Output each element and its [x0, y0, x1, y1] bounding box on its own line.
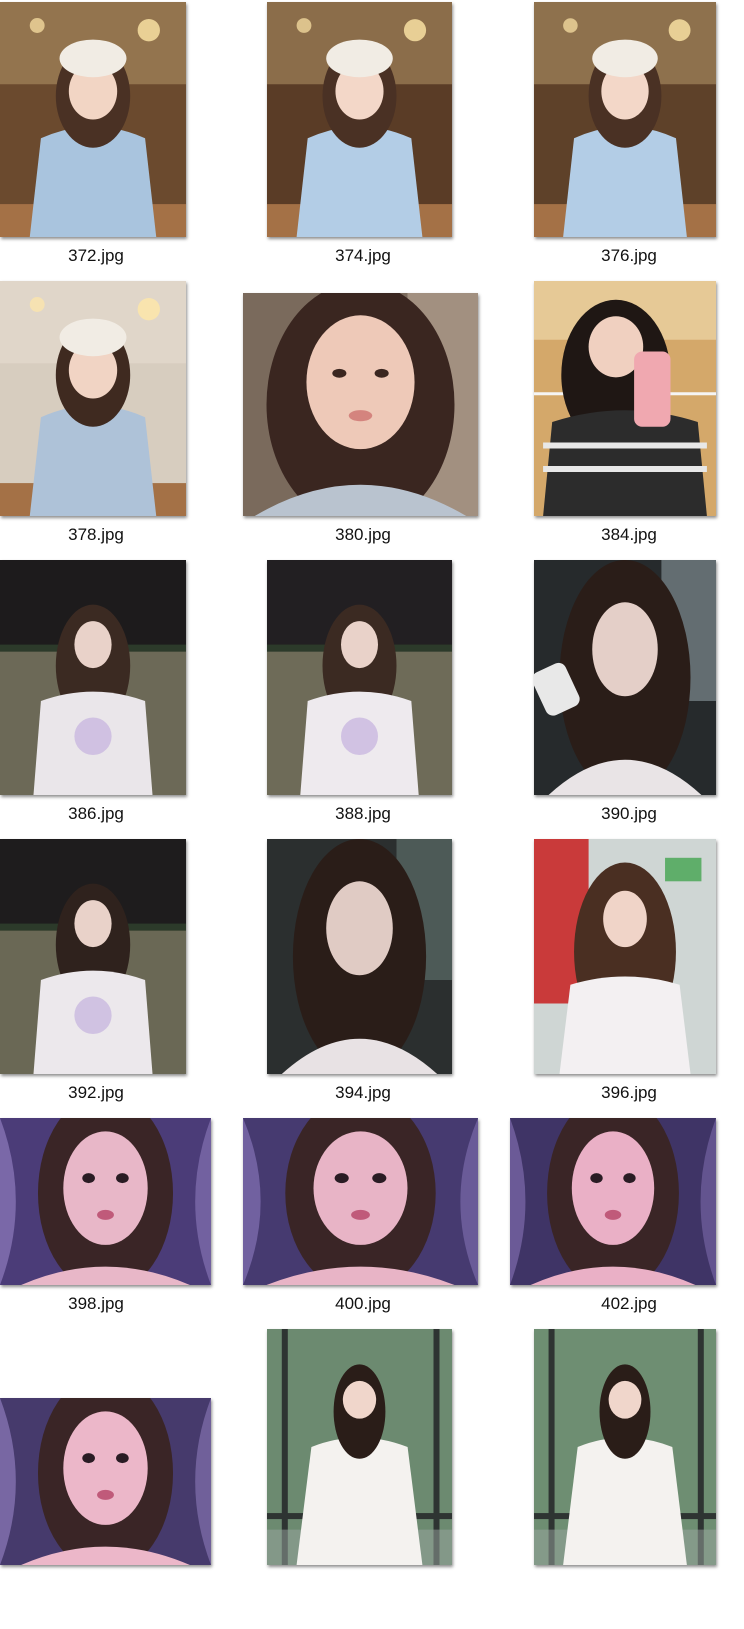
image-thumbnail[interactable] — [534, 1329, 716, 1565]
file-name-label[interactable]: 394.jpg — [263, 1083, 463, 1103]
file-name-label[interactable]: 384.jpg — [529, 525, 729, 545]
image-thumbnail[interactable] — [534, 281, 716, 516]
file-name-label[interactable]: 372.jpg — [0, 246, 196, 266]
image-thumbnail[interactable] — [534, 2, 716, 237]
image-thumbnail[interactable] — [0, 281, 186, 516]
image-thumbnail[interactable] — [0, 560, 186, 795]
image-thumbnail[interactable] — [267, 839, 452, 1074]
image-thumbnail[interactable] — [534, 560, 716, 795]
file-name-label[interactable]: 396.jpg — [529, 1083, 729, 1103]
file-name-label[interactable]: 392.jpg — [0, 1083, 196, 1103]
image-thumbnail[interactable] — [534, 839, 716, 1074]
image-thumbnail[interactable] — [267, 2, 452, 237]
file-name-label[interactable]: 376.jpg — [529, 246, 729, 266]
file-name-label[interactable]: 378.jpg — [0, 525, 196, 545]
image-thumbnail[interactable] — [267, 1329, 452, 1565]
file-name-label[interactable]: 386.jpg — [0, 804, 196, 824]
image-thumbnail[interactable] — [0, 839, 186, 1074]
file-name-label[interactable]: 374.jpg — [263, 246, 463, 266]
file-name-label[interactable]: 388.jpg — [263, 804, 463, 824]
file-name-label[interactable]: 402.jpg — [529, 1294, 729, 1314]
image-thumbnail[interactable] — [243, 293, 478, 516]
image-thumbnail[interactable] — [0, 2, 186, 237]
image-thumbnail[interactable] — [243, 1118, 478, 1285]
file-name-label[interactable]: 380.jpg — [263, 525, 463, 545]
file-name-label[interactable]: 398.jpg — [0, 1294, 196, 1314]
image-thumbnail[interactable] — [0, 1398, 211, 1565]
file-name-label[interactable]: 390.jpg — [529, 804, 729, 824]
image-thumbnail[interactable] — [0, 1118, 211, 1285]
image-thumbnail[interactable] — [510, 1118, 716, 1285]
image-thumbnail[interactable] — [267, 560, 452, 795]
file-name-label[interactable]: 400.jpg — [263, 1294, 463, 1314]
